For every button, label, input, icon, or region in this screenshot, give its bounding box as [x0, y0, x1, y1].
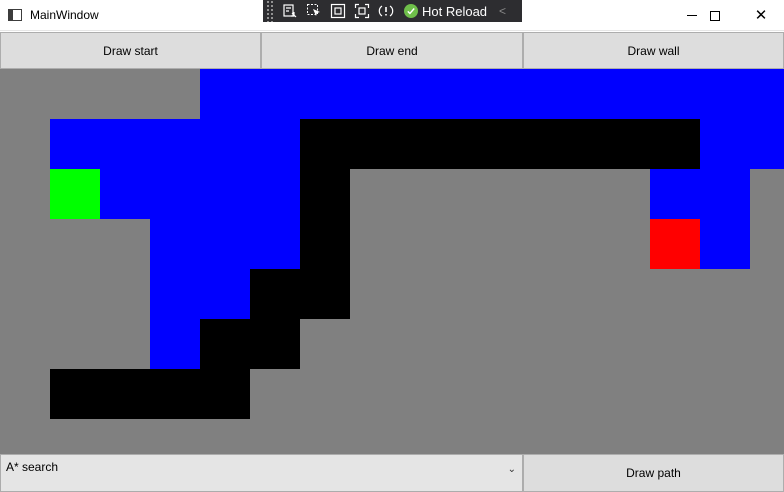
grid-cell-path[interactable] [150, 169, 200, 219]
app-window-icon [8, 9, 22, 21]
grid-cell-path[interactable] [750, 119, 784, 169]
grid-cell-path[interactable] [50, 119, 100, 169]
grid-cell-path[interactable] [300, 69, 350, 119]
algorithm-selected-value: A* search [6, 460, 59, 474]
grid-cell-end[interactable] [650, 219, 700, 269]
grid-cell-path[interactable] [700, 169, 750, 219]
display-layout-adorners-icon[interactable] [330, 3, 346, 19]
draw-end-button[interactable]: Draw end [261, 32, 523, 69]
live-visual-tree-icon[interactable] [282, 3, 298, 19]
grid-cell-path[interactable] [400, 69, 450, 119]
grid-cell-start[interactable] [50, 169, 100, 219]
grid-cell-path[interactable] [250, 119, 300, 169]
grid-cell-wall[interactable] [200, 319, 250, 369]
grid-cell-wall[interactable] [250, 269, 300, 319]
grid-cell-wall[interactable] [250, 319, 300, 369]
top-toolbar: Draw start Draw end Draw wall [0, 32, 784, 69]
grid-cell-path[interactable] [150, 119, 200, 169]
grid-cell-wall[interactable] [400, 119, 450, 169]
grid-cell-path[interactable] [100, 169, 150, 219]
grid-cell-path[interactable] [650, 69, 700, 119]
maximize-button[interactable] [692, 0, 738, 31]
binding-failures-icon[interactable] [378, 3, 394, 19]
grid-cell-path[interactable] [150, 319, 200, 369]
grid-cell-path[interactable] [150, 269, 200, 319]
grid-cell-wall[interactable] [100, 369, 150, 419]
grid-cell-wall[interactable] [150, 369, 200, 419]
draw-wall-button[interactable]: Draw wall [523, 32, 784, 69]
grid-cell-wall[interactable] [300, 269, 350, 319]
grid-cell-path[interactable] [500, 69, 550, 119]
grid-cell-path[interactable] [150, 219, 200, 269]
grid-cell-wall[interactable] [300, 169, 350, 219]
grid-cell-wall[interactable] [350, 119, 400, 169]
grid-cell-path[interactable] [450, 69, 500, 119]
grid-cell-path[interactable] [250, 169, 300, 219]
grid-cell-wall[interactable] [50, 369, 100, 419]
maximize-icon [710, 10, 720, 21]
track-focus-icon[interactable] [354, 3, 370, 19]
grid-cell-path[interactable] [250, 219, 300, 269]
grid-cell-path[interactable] [200, 119, 250, 169]
grid-cell-wall[interactable] [500, 119, 550, 169]
chevron-down-icon: ⌄ [507, 464, 516, 475]
grid-cell-path[interactable] [200, 69, 250, 119]
hot-reload-check-icon [404, 4, 418, 18]
hot-reload-label[interactable]: Hot Reload [422, 4, 487, 19]
select-element-icon[interactable] [306, 3, 322, 19]
grid-cell-wall[interactable] [650, 119, 700, 169]
grid-cell-path[interactable] [700, 119, 750, 169]
grid-cell-path[interactable] [700, 219, 750, 269]
draw-path-button[interactable]: Draw path [523, 454, 784, 492]
grid-cell-wall[interactable] [450, 119, 500, 169]
grid-cell-wall[interactable] [300, 119, 350, 169]
grid-cell-path[interactable] [250, 69, 300, 119]
pathfinding-grid[interactable] [0, 69, 784, 454]
close-icon: ✕ [754, 7, 768, 24]
grid-cell-path[interactable] [200, 169, 250, 219]
grid-cell-path[interactable] [200, 269, 250, 319]
grid-cell-path[interactable] [350, 69, 400, 119]
draw-start-button[interactable]: Draw start [0, 32, 261, 69]
toolbar-grip-icon[interactable] [266, 0, 274, 22]
grid-cell-path[interactable] [650, 169, 700, 219]
grid-cell-path[interactable] [600, 69, 650, 119]
grid-cell-wall[interactable] [600, 119, 650, 169]
title-bar: MainWindow Hot Reload < ✕ [0, 0, 784, 31]
grid-cell-wall[interactable] [300, 219, 350, 269]
grid-cell-wall[interactable] [550, 119, 600, 169]
algorithm-select[interactable]: A* search ⌄ [0, 454, 523, 492]
grid-cell-path[interactable] [200, 219, 250, 269]
xaml-debug-toolbar: Hot Reload < [263, 0, 522, 22]
grid-cell-path[interactable] [550, 69, 600, 119]
close-button[interactable]: ✕ [738, 0, 784, 31]
grid-cell-path[interactable] [700, 69, 750, 119]
bottom-bar: A* search ⌄ Draw path [0, 454, 784, 492]
grid-cell-path[interactable] [750, 69, 784, 119]
grid-cell-wall[interactable] [200, 369, 250, 419]
grid-cell-path[interactable] [100, 119, 150, 169]
window-title: MainWindow [30, 8, 99, 22]
collapse-toolbar-chevron-icon[interactable]: < [499, 4, 506, 18]
